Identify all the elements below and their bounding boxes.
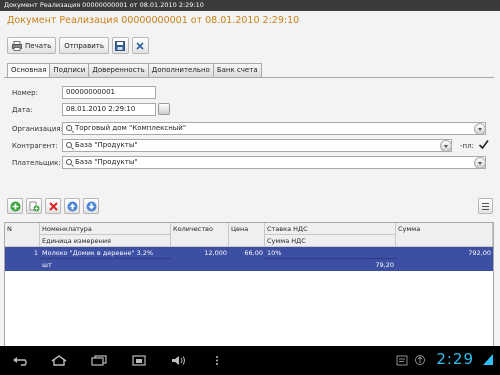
main-tab-panel: Номер: 00000000001 Дата: 08.01.2010 2:29… bbox=[4, 77, 494, 190]
close-icon bbox=[135, 41, 145, 51]
calendar-button[interactable] bbox=[158, 103, 170, 115]
table-menu-button[interactable] bbox=[478, 198, 493, 214]
payer-checkbox[interactable] bbox=[478, 139, 489, 150]
table-row[interactable]: 1 Молоко "Домик в деревне" 3.2% шт 12,00… bbox=[5, 247, 493, 271]
payer-dropdown-button[interactable] bbox=[474, 157, 486, 169]
print-button[interactable]: Печать bbox=[7, 37, 57, 54]
tab-power-of-attorney[interactable]: Доверенность bbox=[88, 63, 149, 77]
goods-table[interactable]: N Номенклатура Единица измерения Количес… bbox=[4, 222, 494, 347]
overflow-menu-button[interactable] bbox=[214, 355, 220, 368]
printer-icon bbox=[12, 40, 22, 51]
date-field[interactable]: 08.01.2010 2:29:10 bbox=[62, 103, 156, 116]
usb-debug-icon[interactable] bbox=[414, 354, 426, 368]
notification-icon[interactable] bbox=[396, 355, 408, 368]
send-label: Отправить bbox=[64, 41, 104, 50]
cell-vat-rate: 10% bbox=[265, 247, 396, 259]
contractor-dropdown-button[interactable] bbox=[440, 140, 452, 152]
header-unit[interactable]: Единица измерения bbox=[40, 235, 171, 247]
checkmark-icon bbox=[478, 140, 489, 150]
delete-row-button[interactable] bbox=[45, 198, 61, 214]
screenshot-icon bbox=[132, 355, 146, 366]
cell-nomenclature: Молоко "Домик в деревне" 3.2% bbox=[40, 247, 171, 259]
payer-flag-label: -пл: bbox=[460, 142, 474, 150]
payer-value: База "Продукты" bbox=[75, 158, 138, 166]
organization-field[interactable]: Торговый дом "Комплексный" bbox=[62, 122, 486, 135]
arrow-up-icon bbox=[67, 201, 77, 211]
save-button[interactable] bbox=[111, 37, 129, 54]
document-title: Документ Реализация 00000000001 от 08.01… bbox=[7, 15, 300, 26]
recent-apps-icon bbox=[91, 355, 107, 366]
document-form: Документ Реализация 00000000001 от 08.01… bbox=[0, 11, 500, 347]
contractor-label: Контрагент: bbox=[12, 142, 58, 150]
cell-sum: 792,00 bbox=[468, 249, 491, 257]
cell-n: 1 bbox=[33, 249, 38, 257]
android-system-bar: 2:29 bbox=[0, 346, 500, 375]
more-vert-icon bbox=[216, 356, 218, 365]
copy-row-button[interactable] bbox=[26, 198, 42, 214]
header-vat-rate[interactable]: Ставка НДС bbox=[265, 223, 396, 235]
screenshot-button[interactable] bbox=[130, 355, 148, 368]
payer-field[interactable]: База "Продукты" bbox=[62, 156, 486, 169]
home-button[interactable] bbox=[50, 355, 68, 368]
header-price[interactable]: Цена bbox=[229, 223, 265, 247]
cell-price: 66,00 bbox=[244, 249, 263, 257]
floppy-disk-icon bbox=[115, 40, 126, 51]
contractor-field[interactable]: База "Продукты" bbox=[62, 139, 452, 152]
move-down-button[interactable] bbox=[83, 198, 99, 214]
table-toolbar bbox=[7, 198, 99, 215]
cell-qty: 12,000 bbox=[204, 249, 227, 257]
header-vat-sum[interactable]: Сумма НДС bbox=[265, 235, 396, 247]
send-button[interactable]: Отправить bbox=[59, 37, 109, 54]
tab-main[interactable]: Основная bbox=[7, 63, 51, 78]
payer-label: Плательщик: bbox=[12, 159, 61, 167]
tab-signatures[interactable]: Подписи bbox=[49, 63, 90, 77]
back-button[interactable] bbox=[12, 355, 30, 368]
tab-strip: Основная Подписи Доверенность Дополнител… bbox=[7, 63, 262, 78]
back-icon bbox=[13, 357, 27, 366]
organization-label: Организация: bbox=[12, 125, 63, 133]
wifi-icon[interactable] bbox=[482, 352, 494, 368]
copy-add-icon bbox=[29, 201, 39, 211]
close-button[interactable] bbox=[131, 37, 149, 54]
search-icon bbox=[66, 142, 72, 148]
tab-additional[interactable]: Дополнительно bbox=[147, 63, 214, 77]
number-field[interactable]: 00000000001 bbox=[62, 86, 156, 99]
add-icon bbox=[10, 201, 20, 211]
header-sum[interactable]: Сумма bbox=[396, 223, 493, 247]
delete-icon bbox=[48, 201, 58, 211]
search-icon bbox=[66, 125, 72, 131]
number-label: Номер: bbox=[12, 89, 38, 97]
cell-unit: шт bbox=[42, 261, 52, 269]
contractor-value: База "Продукты" bbox=[75, 141, 138, 149]
form-toolbar: Печать Отправить bbox=[7, 37, 149, 55]
search-icon bbox=[66, 159, 72, 165]
volume-icon bbox=[172, 356, 185, 365]
header-nomenclature[interactable]: Номенклатура bbox=[40, 223, 171, 235]
organization-value: Торговый дом "Комплексный" bbox=[75, 124, 187, 132]
menu-icon bbox=[482, 202, 489, 204]
home-icon bbox=[51, 355, 67, 366]
window-title: Документ Реализация 00000000001 от 08.01… bbox=[0, 0, 500, 11]
print-label: Печать bbox=[25, 41, 52, 50]
cell-vat-sum: 79,20 bbox=[375, 261, 394, 269]
organization-dropdown-button[interactable] bbox=[474, 123, 486, 135]
tab-bank-account[interactable]: Банк счета bbox=[212, 63, 262, 77]
recent-apps-button[interactable] bbox=[90, 355, 108, 368]
volume-button[interactable] bbox=[170, 355, 188, 368]
date-label: Дата: bbox=[12, 106, 33, 114]
status-clock: 2:29 bbox=[436, 350, 474, 368]
header-qty[interactable]: Количество bbox=[171, 223, 229, 247]
header-n[interactable]: N bbox=[5, 223, 40, 247]
add-row-button[interactable] bbox=[7, 198, 23, 214]
move-up-button[interactable] bbox=[64, 198, 80, 214]
arrow-down-icon bbox=[86, 201, 96, 211]
